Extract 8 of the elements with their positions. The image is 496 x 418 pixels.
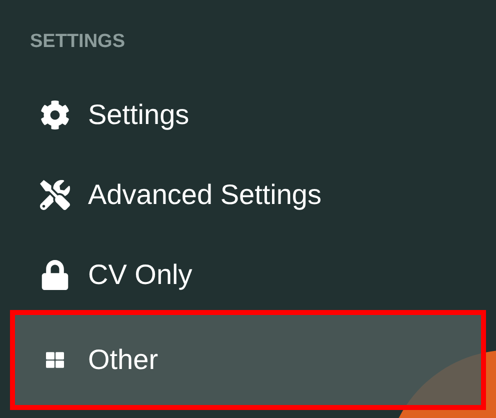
padlock-icon <box>40 260 70 290</box>
sidebar-item[interactable]: Settings <box>0 75 496 155</box>
section-heading: SETTINGS <box>29 30 126 54</box>
sidebar-item[interactable]: Advanced Settings <box>0 155 496 235</box>
grid-icon <box>46 351 64 369</box>
gear-icon <box>40 100 70 130</box>
tools-icon <box>40 180 70 210</box>
sidebar-item[interactable]: Other <box>10 310 486 410</box>
